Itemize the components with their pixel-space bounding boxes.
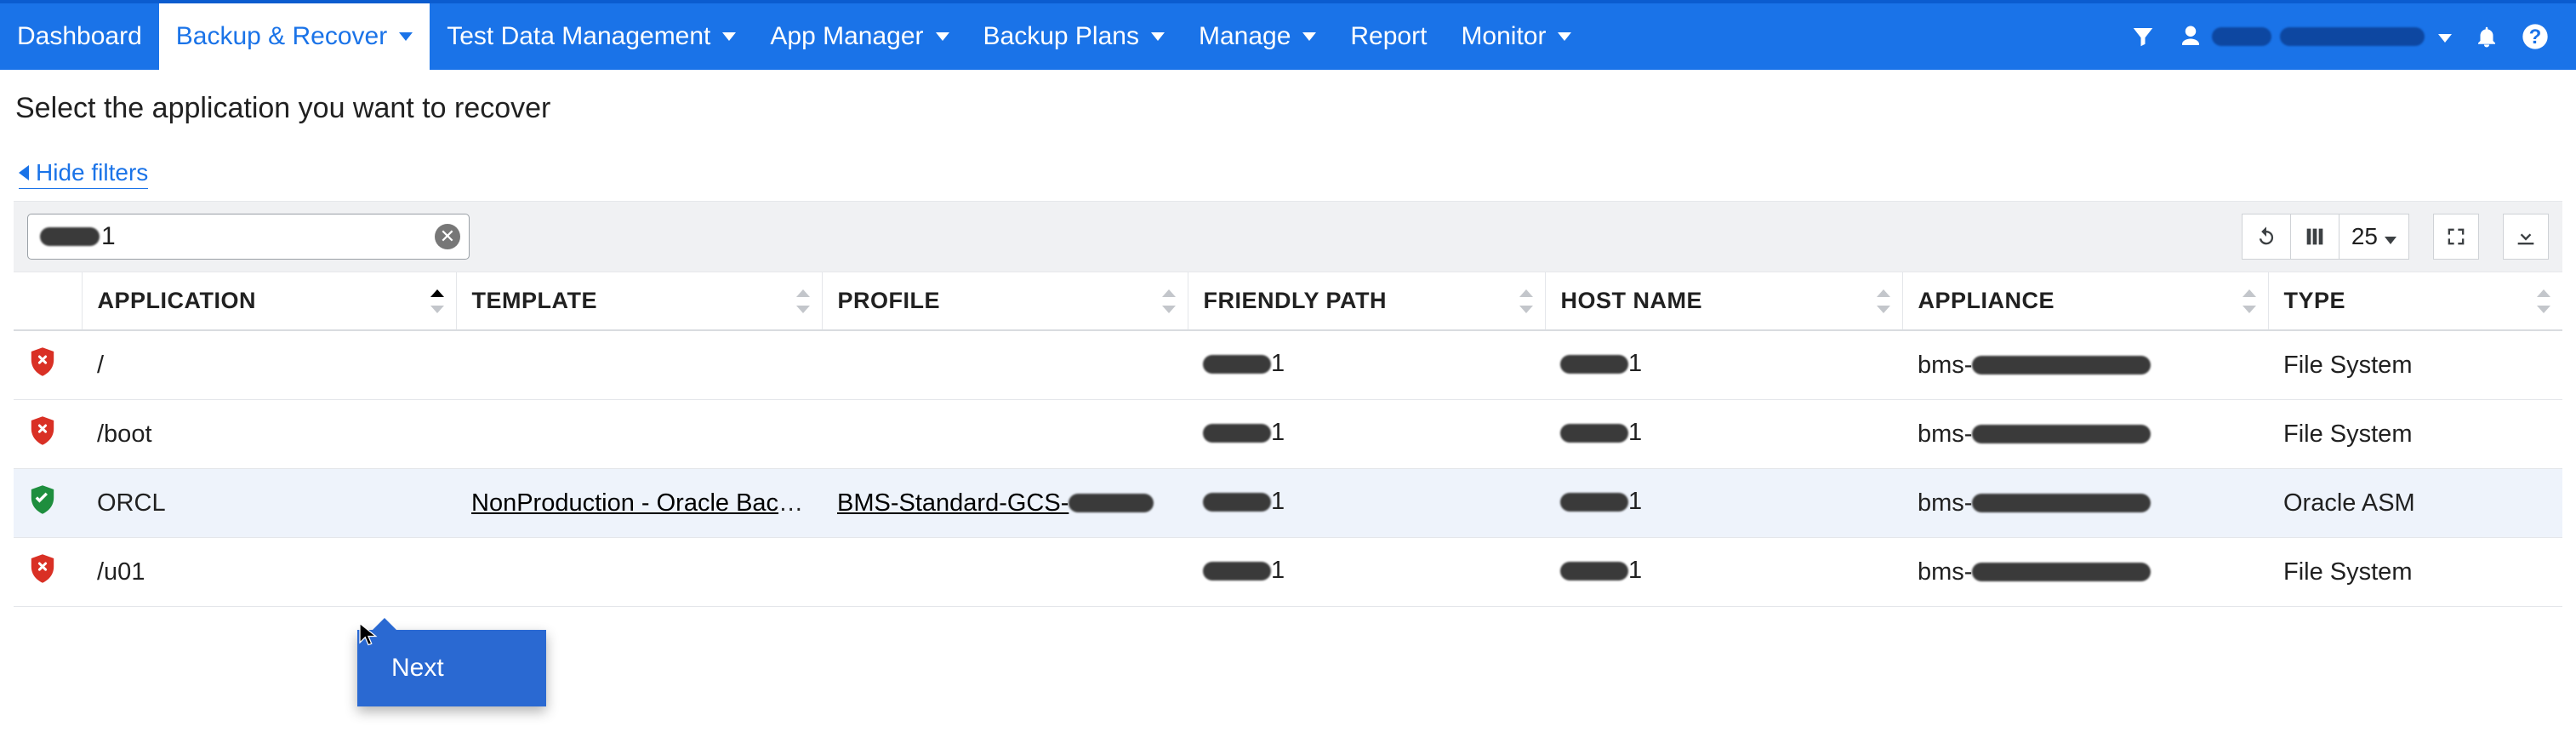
user-icon[interactable] (2178, 23, 2452, 50)
col-type[interactable]: TYPE (2268, 272, 2562, 330)
nav-item-app-manager[interactable]: App Manager (753, 3, 966, 70)
table-row[interactable]: /boot11bms-File System (14, 400, 2562, 469)
shield-bad-icon (29, 415, 56, 446)
page-size-select[interactable]: 25 (2339, 214, 2409, 260)
col-application[interactable]: APPLICATION (82, 272, 456, 330)
cell-appliance: bms- (1902, 538, 2268, 607)
cell-application: / (82, 330, 456, 400)
cell-appliance: bms- (1902, 469, 2268, 538)
cell-application: ORCL (82, 469, 456, 538)
cell-template (456, 538, 822, 607)
cell-friendly-path: 1 (1188, 469, 1545, 538)
clear-search-icon[interactable]: ✕ (435, 224, 460, 249)
chevron-left-icon (19, 165, 29, 180)
hide-filters-link[interactable]: Hide filters (19, 159, 148, 189)
cell-profile (822, 538, 1188, 607)
table-row[interactable]: ORCLNonProduction - Oracle Back…BMS-Stan… (14, 469, 2562, 538)
cell-friendly-path: 1 (1188, 330, 1545, 400)
page-title: Select the application you want to recov… (15, 92, 2562, 125)
applications-table: APPLICATION TEMPLATE PROFILE FRIENDLY PA… (14, 272, 2562, 607)
toolbar-group: 25 (2242, 214, 2409, 260)
hide-filters-label: Hide filters (36, 159, 148, 186)
cell-host-name: 1 (1545, 538, 1902, 607)
table-row[interactable]: /11bms-File System (14, 330, 2562, 400)
mouse-cursor-icon (357, 621, 379, 643)
cell-application: /boot (82, 400, 456, 469)
top-nav: DashboardBackup & RecoverTest Data Manag… (0, 0, 2576, 70)
nav-item-report[interactable]: Report (1333, 3, 1444, 70)
cell-profile (822, 400, 1188, 469)
cell-type: File System (2268, 538, 2562, 607)
filter-icon[interactable] (2130, 24, 2156, 49)
nav-item-backup-recover[interactable]: Backup & Recover (159, 3, 430, 70)
refresh-button[interactable] (2242, 214, 2291, 260)
search-text-suffix: 1 (101, 222, 116, 251)
context-menu: Next (357, 630, 546, 706)
fullscreen-button[interactable] (2433, 214, 2479, 260)
cell-host-name: 1 (1545, 330, 1902, 400)
columns-button[interactable] (2291, 214, 2339, 260)
table-row[interactable]: /u0111bms-File System (14, 538, 2562, 607)
search-text-redacted (40, 227, 100, 246)
cell-appliance: bms- (1902, 330, 2268, 400)
nav-item-monitor[interactable]: Monitor (1444, 3, 1588, 70)
download-button[interactable] (2503, 214, 2549, 260)
cell-friendly-path: 1 (1188, 538, 1545, 607)
cell-template (456, 330, 822, 400)
bell-icon[interactable] (2474, 24, 2499, 49)
col-profile[interactable]: PROFILE (822, 272, 1188, 330)
cell-host-name: 1 (1545, 469, 1902, 538)
cell-type: Oracle ASM (2268, 469, 2562, 538)
cell-host-name: 1 (1545, 400, 1902, 469)
col-host-name[interactable]: HOST NAME (1545, 272, 1902, 330)
cell-template (456, 400, 822, 469)
search-input[interactable]: 1 ✕ (27, 214, 470, 260)
cell-type: File System (2268, 330, 2562, 400)
cell-template[interactable]: NonProduction - Oracle Back… (456, 469, 822, 538)
nav-item-dashboard[interactable]: Dashboard (0, 3, 159, 70)
col-status[interactable] (14, 272, 82, 330)
nav-item-test-data-management[interactable]: Test Data Management (430, 3, 753, 70)
svg-text:?: ? (2529, 26, 2542, 49)
col-template[interactable]: TEMPLATE (456, 272, 822, 330)
cell-appliance: bms- (1902, 400, 2268, 469)
cell-friendly-path: 1 (1188, 400, 1545, 469)
col-appliance[interactable]: APPLIANCE (1902, 272, 2268, 330)
filter-bar: 1 ✕ 25 (14, 201, 2562, 272)
nav-item-backup-plans[interactable]: Backup Plans (966, 3, 1182, 70)
nav-item-manage[interactable]: Manage (1182, 3, 1333, 70)
cell-profile (822, 330, 1188, 400)
shield-bad-icon (29, 553, 56, 584)
page-size-label: 25 (2351, 223, 2378, 250)
shield-bad-icon (29, 346, 56, 377)
cell-type: File System (2268, 400, 2562, 469)
context-menu-next[interactable]: Next (357, 630, 546, 706)
shield-ok-icon (29, 484, 56, 515)
help-icon[interactable]: ? (2522, 23, 2549, 50)
col-friendly-path[interactable]: FRIENDLY PATH (1188, 272, 1545, 330)
cell-profile[interactable]: BMS-Standard-GCS- (822, 469, 1188, 538)
cell-application: /u01 (82, 538, 456, 607)
